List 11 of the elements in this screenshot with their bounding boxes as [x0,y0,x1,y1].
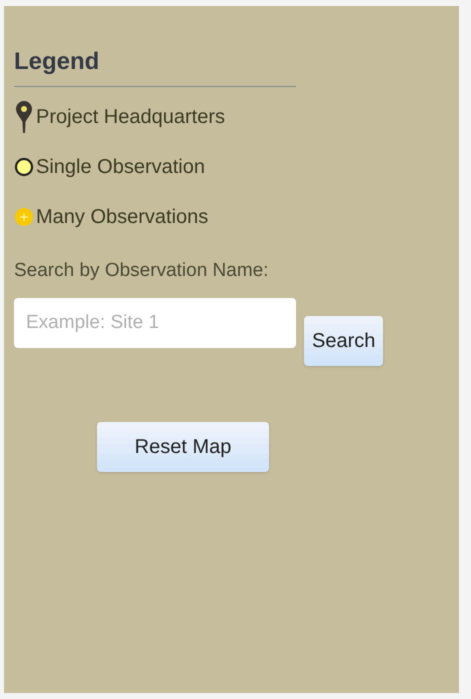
search-button[interactable]: Search [304,316,384,366]
plus-circle-icon [14,207,34,227]
legend-label: Many Observations [36,205,208,230]
legend-title: Legend [14,46,296,87]
map-pin-icon [14,100,34,134]
search-field[interactable]: Example: Site 1 [14,298,296,348]
legend-label: Single Observation [36,155,205,180]
circle-icon [14,157,34,177]
search-label: Search by Observation Name: [14,259,270,283]
reset-map-button[interactable]: Reset Map [97,422,269,472]
legend-label: Project Headquarters [36,105,225,130]
